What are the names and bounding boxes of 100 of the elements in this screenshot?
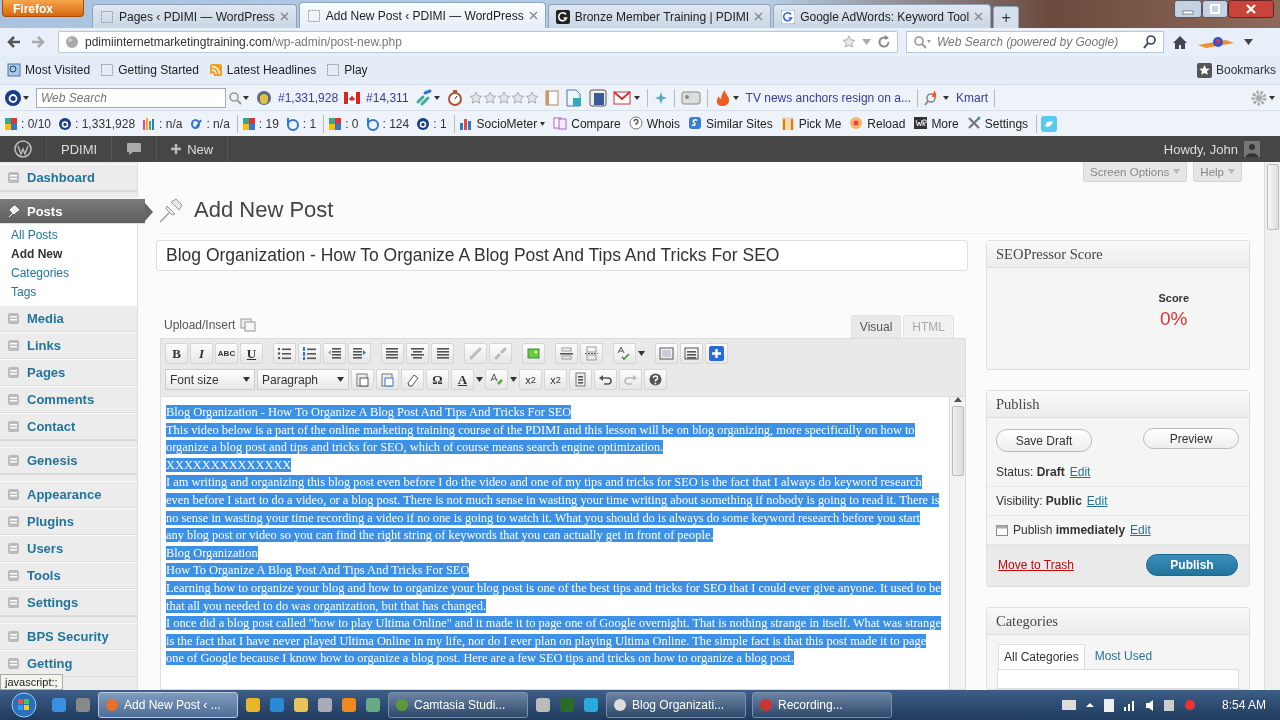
sidebar-item[interactable]: Links	[0, 332, 137, 359]
search-flame-icon[interactable]	[924, 88, 950, 107]
category-tab[interactable]: All Categories	[998, 644, 1085, 669]
sidebar-item[interactable]: Genesis	[0, 447, 137, 474]
taskbar-button[interactable]: Recording...	[752, 692, 892, 718]
toolbar-button[interactable]: Reload	[867, 116, 906, 131]
help-button[interactable]	[644, 369, 667, 390]
post-title-field[interactable]: Blog Organization - How To Organize A Blog Post And Tips And Tricks For SEO	[156, 240, 968, 271]
bookmark-link[interactable]: Latest Headlines	[226, 63, 317, 77]
taskbar-button[interactable]: Add New Post ‹ ...	[98, 692, 238, 718]
close-button[interactable]	[1228, 0, 1274, 18]
news-link[interactable]: TV news anchors resign on a...	[745, 90, 911, 105]
format-button[interactable]: ABC	[215, 343, 238, 364]
scroll-up-icon[interactable]	[953, 397, 962, 402]
font-size-dropdown[interactable]: Font size	[165, 369, 255, 390]
bookmark-link[interactable]: Getting Started	[118, 63, 199, 77]
bookmark-star-icon[interactable]	[842, 35, 856, 49]
format-dropdown[interactable]: Paragraph	[257, 369, 349, 390]
ask-logo-icon[interactable]	[4, 88, 30, 107]
editor-scrollbar[interactable]	[949, 397, 965, 689]
new-tab-button[interactable]: +	[993, 6, 1020, 28]
submenu-item[interactable]: Tags	[11, 285, 37, 299]
home-icon[interactable]	[1172, 34, 1188, 50]
notebook-icon[interactable]	[544, 89, 559, 106]
numbered-list-button[interactable]	[298, 343, 321, 364]
scroll-thumb[interactable]	[1266, 164, 1279, 230]
app-icon[interactable]	[268, 696, 286, 714]
align-left-button[interactable]	[381, 343, 404, 364]
site-name-link[interactable]: PDIMI	[61, 141, 98, 157]
greeting-link[interactable]: Howdy, John	[1163, 141, 1238, 157]
app-icon[interactable]	[292, 696, 310, 714]
toolbar-button[interactable]: Pick Me	[798, 116, 842, 131]
bookmarks-menu[interactable]: Bookmarks	[1215, 63, 1276, 77]
spellcheck-button[interactable]	[613, 343, 636, 364]
bookmark-link[interactable]: Most Visited	[25, 63, 91, 77]
text-color-button[interactable]: A	[451, 369, 474, 390]
sidebar-item[interactable]: Appearance	[0, 481, 137, 508]
sidebar-item[interactable]: Comments	[0, 386, 137, 413]
sidebar-item[interactable]: Plugins	[0, 508, 137, 535]
sidebar-item[interactable]: Users	[0, 535, 137, 562]
facebook-icon[interactable]	[588, 88, 607, 107]
edit-link[interactable]: Edit	[1130, 523, 1151, 537]
shop-link[interactable]: Kmart	[956, 90, 988, 105]
insert-character-button[interactable]	[569, 369, 592, 390]
stopwatch-icon[interactable]	[446, 88, 463, 107]
dropdown-icon[interactable]	[510, 377, 517, 382]
plus-button[interactable]	[705, 343, 728, 364]
paste-text-button[interactable]	[351, 369, 374, 390]
bullet-list-button[interactable]	[273, 343, 296, 364]
new-link[interactable]: New	[187, 141, 214, 157]
horizontal-rule-button[interactable]	[555, 343, 578, 364]
maximize-button[interactable]	[1202, 0, 1228, 18]
mail-icon[interactable]	[612, 90, 641, 105]
close-icon[interactable]	[279, 12, 289, 21]
format-button[interactable]: U	[240, 343, 263, 364]
back-icon[interactable]	[6, 34, 22, 50]
taskbar-button[interactable]: Blog Organizati...	[606, 692, 746, 718]
image-button[interactable]	[522, 343, 545, 364]
minimize-button[interactable]	[1174, 0, 1202, 18]
sidebar-item[interactable]: BPS Security	[0, 623, 137, 650]
browser-tab[interactable]: Pages ‹ PDIMI — WordPress	[92, 4, 297, 28]
editor-tab[interactable]: Visual	[850, 315, 902, 338]
taskbar-button[interactable]: Camtasia Studi...	[388, 692, 528, 718]
eraser-button[interactable]	[401, 369, 424, 390]
app-icon[interactable]	[534, 696, 552, 714]
close-icon[interactable]	[754, 12, 764, 21]
web-search-field[interactable]: Web Search (powered by Google)	[906, 31, 1164, 53]
browser-tab[interactable]: Bronze Member Training | PDIMI	[547, 4, 772, 28]
indent-button[interactable]	[348, 343, 371, 364]
link-icon[interactable]	[414, 88, 441, 107]
align-center-button[interactable]	[406, 343, 429, 364]
edit-link[interactable]: Edit	[1086, 494, 1108, 508]
scroll-thumb[interactable]	[951, 406, 964, 476]
app-icon[interactable]	[74, 696, 92, 714]
sidebar-item[interactable]: Media	[0, 305, 137, 332]
kitchen-sink-button[interactable]	[680, 343, 703, 364]
app-icon[interactable]	[364, 696, 382, 714]
preview-button[interactable]: Preview	[1143, 428, 1239, 449]
app-icon[interactable]	[340, 696, 358, 714]
id-card-icon[interactable]	[680, 90, 701, 105]
search-icon[interactable]	[228, 90, 250, 105]
app-icon[interactable]	[50, 696, 68, 714]
toolbar-button[interactable]: Similar Sites	[705, 116, 773, 131]
toolbar-button[interactable]: Whois	[646, 116, 680, 131]
address-bar[interactable]: pdimiinternetmarketingtraining.com/wp-admin/post-new.php	[58, 31, 898, 53]
format-button[interactable]: I	[190, 343, 213, 364]
save-draft-button[interactable]: Save Draft	[996, 429, 1092, 452]
app-icon[interactable]	[582, 696, 600, 714]
undo-button[interactable]	[594, 369, 617, 390]
paste-word-button[interactable]	[376, 369, 399, 390]
toolbar-button[interactable]: Compare	[571, 116, 621, 131]
dropdown-icon[interactable]	[638, 351, 645, 356]
sidebar-item[interactable]: Pages	[0, 359, 137, 386]
browser-tab[interactable]: Google AdWords: Keyword Tool	[773, 4, 992, 28]
outdent-button[interactable]	[323, 343, 346, 364]
submenu-item[interactable]: All Posts	[11, 228, 58, 242]
edit-link[interactable]: Edit	[1069, 465, 1091, 479]
page-scrollbar[interactable]	[1264, 162, 1280, 690]
dropdown-icon[interactable]	[476, 377, 483, 382]
app-icon[interactable]	[244, 696, 262, 714]
